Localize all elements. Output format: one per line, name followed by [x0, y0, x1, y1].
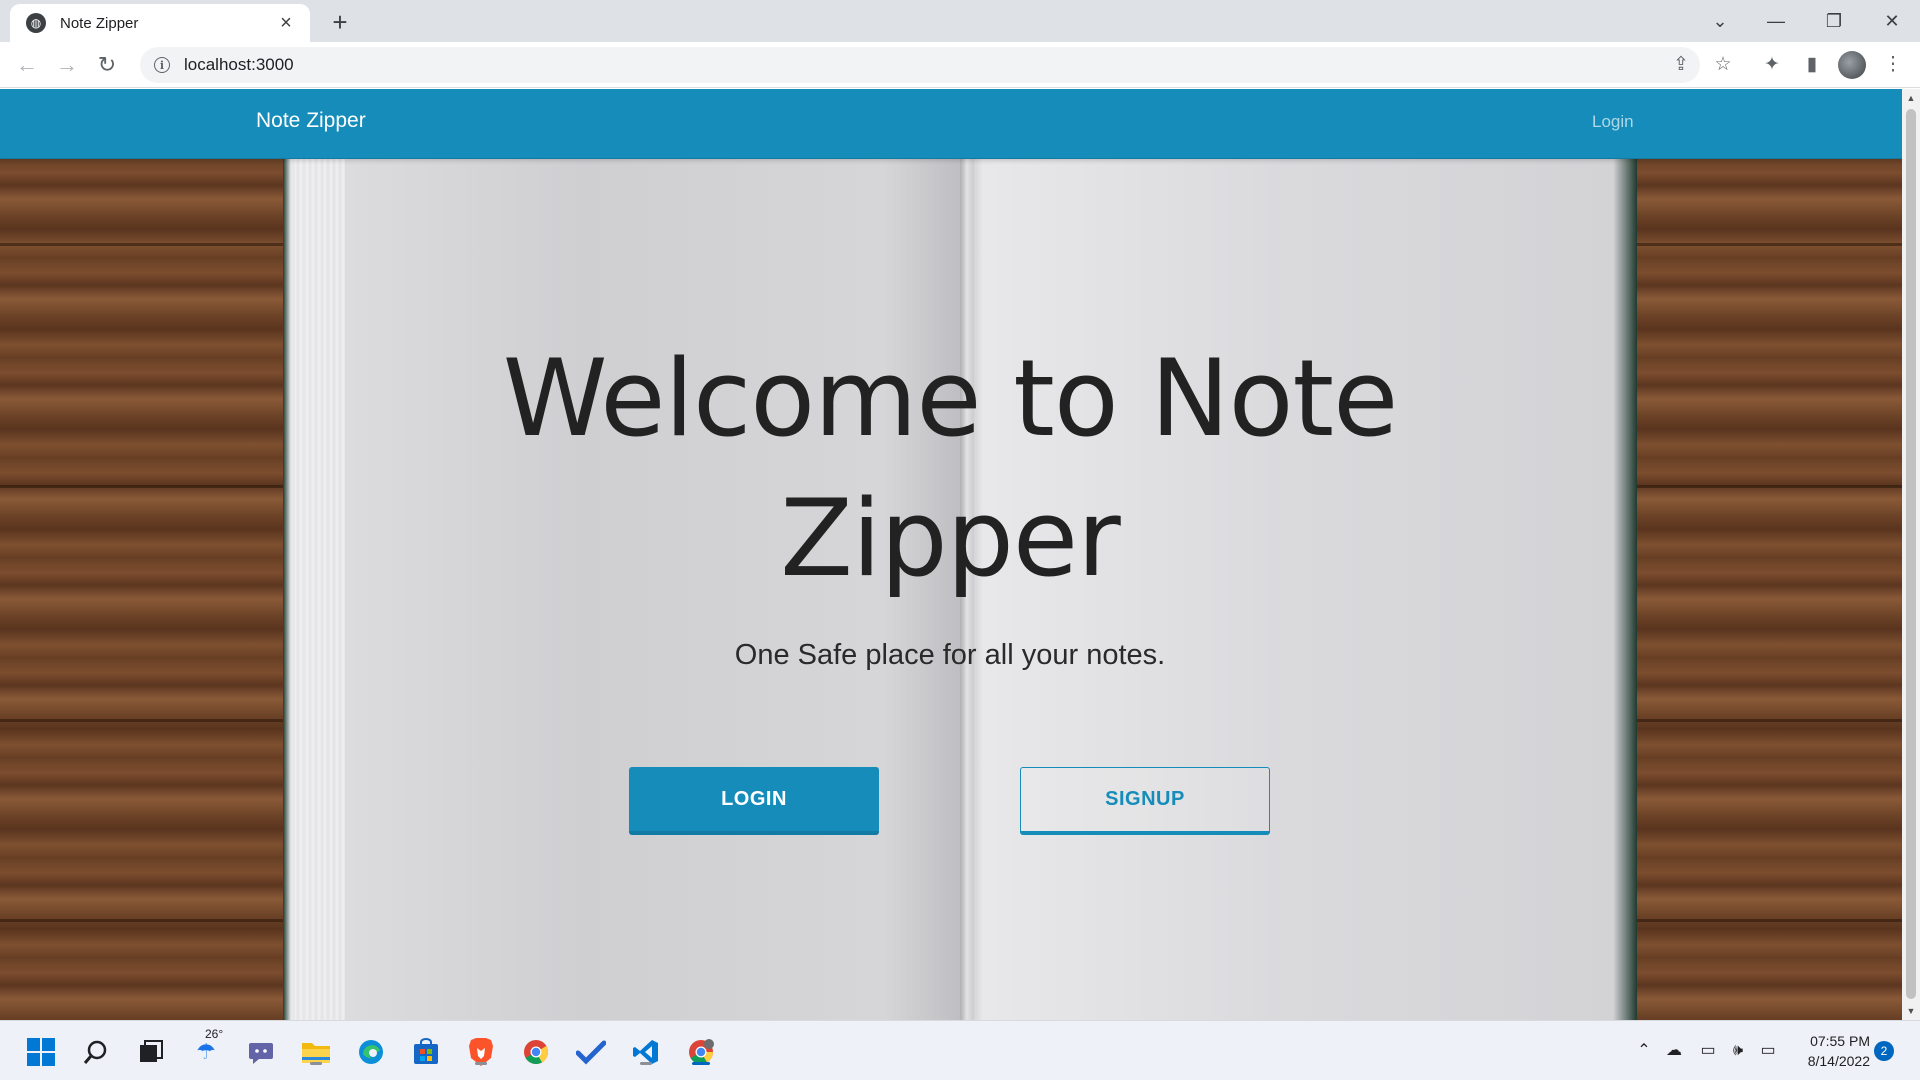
- start-icon[interactable]: [24, 1035, 58, 1069]
- window-close-icon[interactable]: ✕: [1862, 0, 1920, 42]
- vscode-icon[interactable]: [629, 1035, 663, 1069]
- globe-icon: ◍: [26, 13, 46, 33]
- brand-link[interactable]: Note Zipper: [256, 109, 366, 133]
- edge-icon[interactable]: [354, 1035, 388, 1069]
- store-icon[interactable]: [409, 1035, 443, 1069]
- nav-login-link[interactable]: Login: [1592, 112, 1634, 132]
- page-viewport: Note Zipper Login Welcome to Note Zipper…: [0, 89, 1902, 1020]
- new-tab-button[interactable]: +: [325, 8, 355, 38]
- side-panel-icon[interactable]: ▮: [1797, 50, 1827, 80]
- tab-title: Note Zipper: [60, 14, 139, 32]
- menu-icon[interactable]: ⋮: [1878, 50, 1908, 80]
- network-icon[interactable]: ▭: [1696, 1039, 1720, 1063]
- login-button[interactable]: LOGIN: [629, 767, 879, 835]
- search-icon[interactable]: [79, 1035, 113, 1069]
- page-edges: [295, 159, 345, 1020]
- hero-section: Welcome to Note Zipper One Safe place fo…: [0, 159, 1902, 1020]
- task-view-icon[interactable]: [134, 1035, 168, 1069]
- url-text: localhost:3000: [184, 55, 294, 74]
- running-indicator: [640, 1062, 652, 1065]
- clock-time: 07:55 PM: [1810, 1033, 1870, 1049]
- volume-icon[interactable]: 🕪: [1726, 1039, 1750, 1063]
- scroll-down-icon[interactable]: ▼: [1902, 1002, 1920, 1020]
- chrome-profile-icon[interactable]: [684, 1035, 718, 1069]
- scrollbar-thumb[interactable]: [1906, 109, 1916, 999]
- teams-chat-icon[interactable]: [244, 1035, 278, 1069]
- brave-icon[interactable]: [464, 1035, 498, 1069]
- running-indicator: [475, 1062, 487, 1065]
- back-icon[interactable]: ←: [12, 50, 42, 80]
- browser-titlebar: ◍ Note Zipper × + ⌄ — ❐ ✕: [0, 0, 1920, 42]
- windows-taskbar: ☂ 26° ⌃ ☁ ▭ 🕪 ▭ 07:55 PM 8/14/2022 2: [0, 1020, 1920, 1080]
- clock-date: 8/14/2022: [1807, 1053, 1870, 1069]
- profile-avatar[interactable]: [1838, 51, 1866, 79]
- minimize-icon[interactable]: —: [1746, 0, 1806, 42]
- share-icon[interactable]: ⇪: [1666, 50, 1696, 80]
- info-icon[interactable]: i: [154, 57, 170, 73]
- reload-icon[interactable]: ↻: [92, 50, 122, 80]
- signup-button[interactable]: SIGNUP: [1020, 767, 1270, 835]
- forward-icon[interactable]: →: [52, 50, 82, 80]
- restore-icon[interactable]: ❐: [1804, 0, 1864, 42]
- browser-tab[interactable]: ◍ Note Zipper ×: [10, 4, 310, 42]
- running-indicator: [310, 1062, 322, 1065]
- battery-icon[interactable]: ▭: [1756, 1039, 1780, 1063]
- app-navbar: Note Zipper Login: [0, 89, 1902, 159]
- extensions-icon[interactable]: ✦: [1757, 50, 1787, 80]
- hero-title: Welcome to Note Zipper: [502, 337, 1399, 600]
- hero-subtitle: One Safe place for all your notes.: [734, 639, 1166, 671]
- close-icon[interactable]: ×: [274, 11, 298, 35]
- tab-search-icon[interactable]: ⌄: [1690, 0, 1750, 42]
- active-indicator: [692, 1062, 710, 1065]
- notification-badge[interactable]: 2: [1874, 1041, 1894, 1061]
- hero-content: Welcome to Note Zipper One Safe place fo…: [470, 329, 1430, 672]
- scroll-up-icon[interactable]: ▲: [1902, 89, 1920, 107]
- chrome-icon[interactable]: [519, 1035, 553, 1069]
- file-explorer-icon[interactable]: [299, 1035, 333, 1069]
- star-icon[interactable]: ☆: [1708, 50, 1738, 80]
- system-clock[interactable]: 07:55 PM 8/14/2022: [1790, 1031, 1870, 1071]
- browser-toolbar: ← → ↻ i localhost:3000 ⇪ ☆ ✦ ▮ ⋮: [0, 42, 1920, 88]
- page-scrollbar[interactable]: ▲ ▼: [1902, 89, 1920, 1020]
- address-bar[interactable]: i localhost:3000: [140, 47, 1700, 83]
- todo-icon[interactable]: [574, 1035, 608, 1069]
- weather-icon[interactable]: ☂ 26°: [189, 1027, 223, 1069]
- tray-overflow-icon[interactable]: ⌃: [1632, 1039, 1656, 1063]
- weather-temp: 26°: [205, 1027, 224, 1041]
- onedrive-icon[interactable]: ☁: [1662, 1039, 1686, 1063]
